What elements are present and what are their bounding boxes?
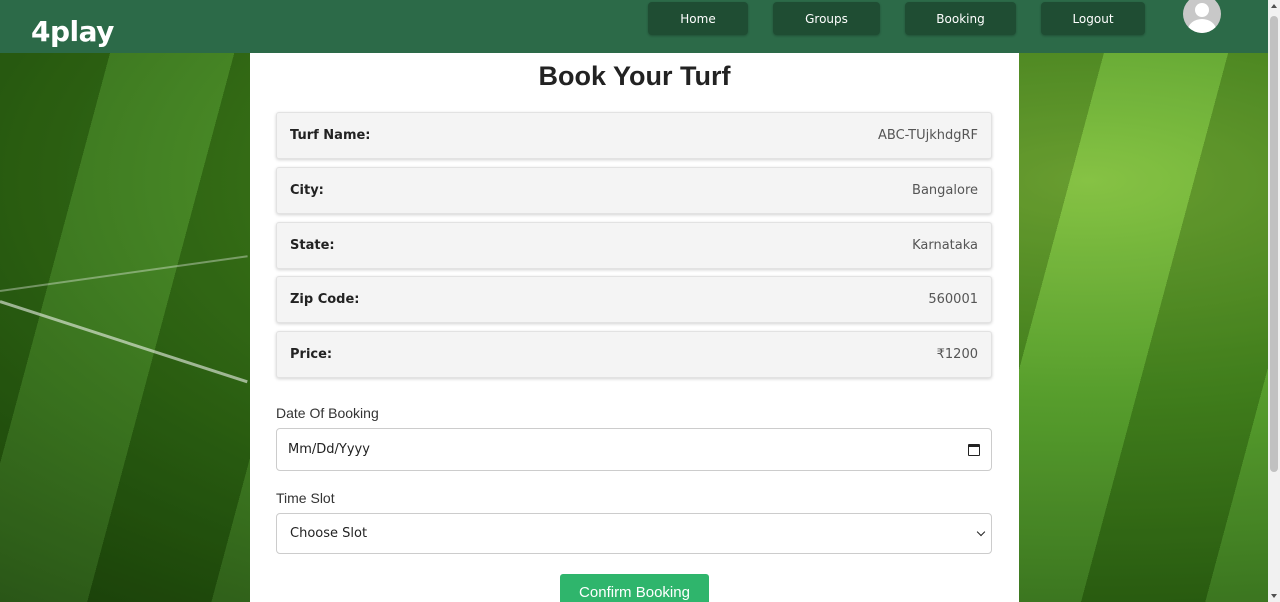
info-row-turf-name: Turf Name: ABC-TUjkhdgRF <box>276 112 992 159</box>
pitch-line <box>0 255 248 292</box>
page-title: Book Your Turf <box>538 61 731 91</box>
avatar-body-shape <box>1188 19 1216 33</box>
info-label: City: <box>290 183 324 198</box>
info-value: Bangalore <box>912 183 978 198</box>
nav-home-button[interactable]: Home <box>648 2 748 35</box>
info-label: Price: <box>290 347 333 362</box>
info-row-city: City: Bangalore <box>276 167 992 214</box>
info-label: Turf Name: <box>290 128 371 143</box>
avatar-head-shape <box>1195 3 1209 17</box>
brand-logo[interactable]: 4play <box>31 15 114 48</box>
navbar: 4play Home Groups Booking Logout <box>0 0 1268 53</box>
date-placeholder: Mm/Dd/Yyyy <box>288 442 370 457</box>
pitch-line <box>0 300 248 384</box>
time-slot-select[interactable]: Choose Slot <box>276 513 992 554</box>
scroll-up-icon[interactable] <box>1271 4 1277 8</box>
info-row-zip-code: Zip Code: 560001 <box>276 276 992 323</box>
scrollbar-thumb[interactable] <box>1270 16 1278 472</box>
avatar[interactable] <box>1183 0 1221 33</box>
info-label: Zip Code: <box>290 292 360 307</box>
confirm-booking-button[interactable]: Confirm Booking <box>560 574 709 602</box>
info-value: 560001 <box>928 292 978 307</box>
date-of-booking-input[interactable]: Mm/Dd/Yyyy <box>276 428 992 471</box>
info-value: ABC-TUjkhdgRF <box>877 128 978 143</box>
info-value: ₹1200 <box>936 347 978 362</box>
info-value: Karnataka <box>912 238 978 253</box>
date-label: Date Of Booking <box>276 405 379 421</box>
booking-card: Book Your Turf Turf Name: ABC-TUjkhdgRF … <box>250 53 1019 602</box>
page-scrollbar[interactable] <box>1268 0 1280 602</box>
info-row-state: State: Karnataka <box>276 222 992 269</box>
chevron-down-icon <box>976 527 986 537</box>
info-row-price: Price: ₹1200 <box>276 331 992 378</box>
nav-booking-button[interactable]: Booking <box>905 2 1016 35</box>
time-slot-label: Time Slot <box>276 490 335 506</box>
calendar-icon[interactable] <box>968 443 980 456</box>
nav-groups-button[interactable]: Groups <box>773 2 880 35</box>
nav-logout-button[interactable]: Logout <box>1041 2 1145 35</box>
scroll-down-icon[interactable] <box>1271 594 1277 598</box>
time-slot-value: Choose Slot <box>290 526 368 541</box>
info-label: State: <box>290 238 335 253</box>
